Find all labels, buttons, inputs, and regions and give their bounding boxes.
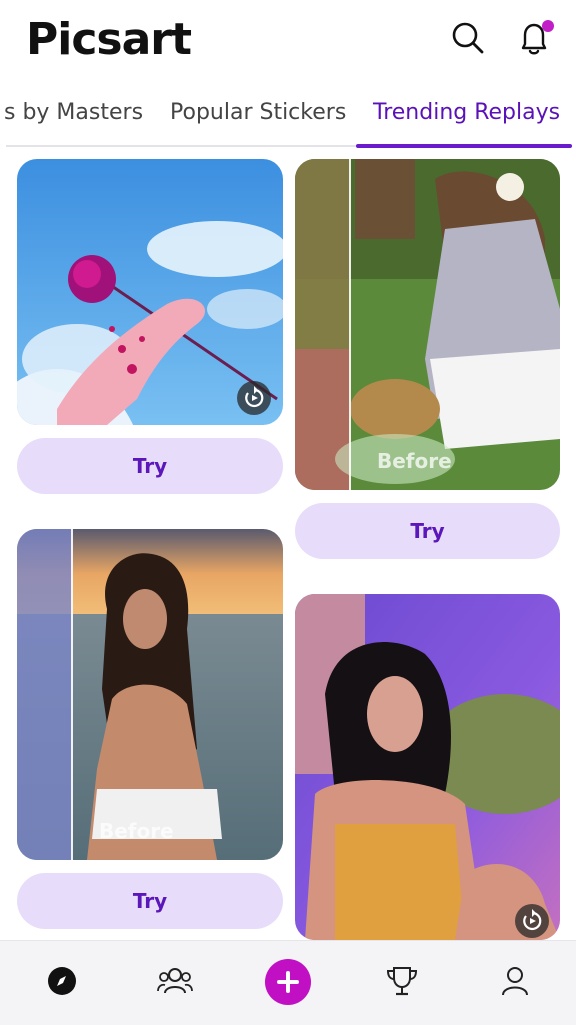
try-button[interactable]: Try <box>17 438 283 494</box>
before-after-divider[interactable] <box>349 159 351 490</box>
trophy-icon[interactable] <box>382 961 422 1001</box>
try-button[interactable]: Try <box>17 873 283 929</box>
before-label: Before <box>99 819 174 843</box>
search-icon[interactable] <box>450 20 486 56</box>
compass-icon[interactable] <box>42 961 82 1001</box>
notification-bell-icon[interactable] <box>515 20 554 56</box>
active-tab-indicator <box>356 144 572 148</box>
replay-card-sea[interactable]: Before <box>17 529 283 860</box>
profile-icon[interactable] <box>495 961 535 1001</box>
tab-popular-stickers[interactable]: Popular Stickers <box>170 100 346 125</box>
galaxy-image <box>295 594 560 940</box>
tab-trending-replays[interactable]: Trending Replays <box>373 100 560 125</box>
app-header: Picsart <box>0 0 576 80</box>
replay-icon <box>237 381 271 415</box>
before-label: Before <box>377 449 452 473</box>
try-button[interactable]: Try <box>295 503 560 559</box>
sea-image <box>17 529 283 860</box>
replay-card-rose[interactable] <box>17 159 283 425</box>
picsart-logo[interactable]: Picsart <box>26 14 192 65</box>
replay-card-grass[interactable]: Before <box>295 159 560 490</box>
grass-image <box>295 159 560 490</box>
category-tabs: s by Masters Popular Stickers Trending R… <box>0 88 576 150</box>
tab-masters[interactable]: s by Masters <box>4 100 143 125</box>
people-icon[interactable] <box>155 961 195 1001</box>
plus-icon <box>277 971 299 993</box>
create-plus-button[interactable] <box>265 959 311 1005</box>
replay-card-galaxy[interactable] <box>295 594 560 940</box>
replay-icon <box>515 904 549 938</box>
before-after-divider[interactable] <box>71 529 73 860</box>
bottom-navigation <box>0 940 576 1025</box>
